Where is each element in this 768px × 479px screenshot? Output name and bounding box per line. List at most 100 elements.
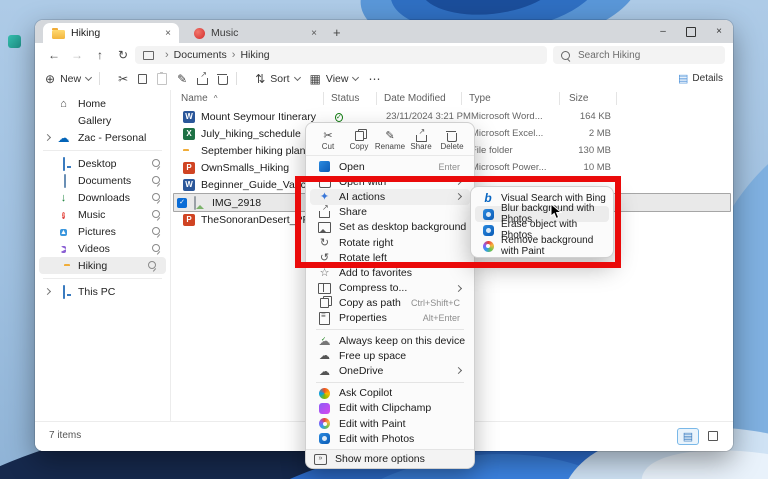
menu-item-copy-as-path[interactable]: Copy as path Ctrl+Shift+C: [310, 296, 470, 311]
new-label: New: [60, 73, 81, 85]
menu-item-compress-to[interactable]: Compress to...: [310, 281, 470, 296]
checkbox-checked[interactable]: ✓: [177, 198, 187, 208]
view-button[interactable]: ▦ View: [310, 72, 359, 86]
share-button[interactable]: [197, 73, 208, 85]
tab-strip: Hiking × Music × + – ×: [35, 20, 733, 43]
maximize-button[interactable]: [677, 20, 705, 43]
breadcrumb[interactable]: › Documents › Hiking: [135, 46, 547, 64]
divider[interactable]: [376, 92, 377, 105]
menu-item-ask-copilot[interactable]: Ask Copilot: [310, 386, 470, 401]
minimize-button[interactable]: –: [649, 20, 677, 43]
sidebar: ⌂ Home Gallery ☁ Zac - Personal Desktop …: [35, 90, 171, 421]
file-type: Microsoft Word...: [471, 111, 543, 122]
quick-action-label: Share: [410, 142, 431, 151]
chevron-down-icon: [85, 74, 92, 81]
sidebar-item-music[interactable]: ♪ Music: [35, 206, 170, 223]
file-type: File folder: [471, 145, 513, 156]
chevron-right-icon[interactable]: [44, 134, 51, 141]
desktop-shortcut-icon[interactable]: [8, 35, 21, 48]
zip-icon: [318, 282, 331, 294]
paste-button[interactable]: [157, 73, 167, 85]
divider[interactable]: [559, 92, 560, 105]
menu-item-shortcut: Enter: [438, 162, 460, 172]
sidebar-item-label: Pictures: [78, 226, 116, 238]
more-options-button[interactable]: ⋯: [368, 72, 380, 86]
menu-item-properties[interactable]: Properties Alt+Enter: [310, 311, 470, 326]
red-highlight-rectangle: [295, 176, 621, 268]
divider[interactable]: [323, 92, 324, 105]
sort-button[interactable]: ⇅ Sort: [255, 72, 299, 86]
large-icons-view-button[interactable]: [703, 428, 723, 443]
sync-status-icon: ✓: [335, 111, 343, 123]
copy-button[interactable]: [138, 74, 147, 84]
tab-close-icon[interactable]: ×: [311, 28, 317, 39]
column-header-size[interactable]: Size: [569, 90, 588, 107]
quick-action-label: Delete: [440, 142, 463, 151]
details-view-button[interactable]: ▤: [677, 428, 699, 445]
menu-item-open[interactable]: Open Enter: [310, 159, 470, 174]
trash-icon: [447, 129, 457, 142]
sidebar-item-documents[interactable]: Documents: [35, 172, 170, 189]
copy-path-icon: [318, 298, 331, 308]
divider[interactable]: [461, 92, 462, 105]
share-quick-button[interactable]: Share: [407, 129, 435, 151]
cut-quick-button[interactable]: ✂ Cut: [314, 129, 342, 151]
sidebar-item-gallery[interactable]: Gallery: [35, 112, 170, 129]
column-header-name[interactable]: Name ^: [181, 90, 217, 107]
divider[interactable]: [616, 92, 617, 105]
chevron-right-icon[interactable]: [44, 288, 51, 295]
cut-button[interactable]: ✂: [118, 72, 128, 86]
delete-quick-button[interactable]: Delete: [438, 129, 466, 151]
sidebar-item-videos[interactable]: ▶ Videos: [35, 240, 170, 257]
refresh-button[interactable]: ↻: [114, 46, 132, 64]
sidebar-item-pictures[interactable]: ▲ Pictures: [35, 223, 170, 240]
column-header-date[interactable]: Date Modified: [384, 90, 446, 107]
close-button[interactable]: ×: [705, 20, 733, 43]
quick-actions-row: ✂ Cut Copy ✎ Rename Share Delete: [306, 127, 474, 156]
search-box[interactable]: [553, 46, 725, 64]
details-pane-button[interactable]: ▤ Details: [678, 67, 723, 89]
powerpoint-file-icon: P: [183, 161, 195, 174]
up-button[interactable]: ↑: [91, 46, 109, 64]
tab-hiking[interactable]: Hiking ×: [43, 23, 179, 43]
sidebar-item-downloads[interactable]: ↓ Downloads: [35, 189, 170, 206]
new-tab-button[interactable]: +: [333, 25, 341, 40]
rename-quick-button[interactable]: ✎ Rename: [376, 129, 404, 151]
copy-quick-button[interactable]: Copy: [345, 129, 373, 151]
sidebar-item-onedrive[interactable]: ☁ Zac - Personal: [35, 129, 170, 146]
column-header-type[interactable]: Type: [469, 90, 491, 107]
menu-item-show-more-options[interactable]: » Show more options: [306, 449, 474, 468]
menu-item-onedrive[interactable]: ☁ OneDrive: [310, 363, 470, 378]
breadcrumb-separator: ›: [232, 49, 236, 61]
menu-item-label: Free up space: [339, 350, 470, 362]
paste-icon: [157, 73, 167, 85]
new-button[interactable]: ⊕ New: [45, 72, 91, 86]
plus-circle-icon: ⊕: [45, 72, 55, 86]
location-icon: [143, 51, 154, 60]
sidebar-item-home[interactable]: ⌂ Home: [35, 95, 170, 112]
sidebar-item-this-pc[interactable]: This PC: [35, 283, 170, 300]
sidebar-item-desktop[interactable]: Desktop: [35, 155, 170, 172]
rename-button[interactable]: ✎: [177, 72, 187, 86]
trash-icon: [218, 76, 228, 85]
sidebar-item-hiking[interactable]: Hiking: [39, 257, 166, 274]
menu-item-free-up-space[interactable]: ☁ Free up space: [310, 348, 470, 363]
this-pc-icon: [57, 286, 70, 298]
breadcrumb-item-hiking[interactable]: Hiking: [240, 49, 269, 61]
forward-button[interactable]: →: [68, 46, 86, 64]
menu-item-label: Edit with Photos: [339, 433, 470, 445]
menu-item-edit-with-clipchamp[interactable]: Edit with Clipchamp: [310, 401, 470, 416]
quick-action-label: Copy: [350, 142, 369, 151]
back-button[interactable]: ←: [45, 46, 63, 64]
delete-button[interactable]: [218, 73, 228, 85]
search-input[interactable]: [576, 49, 710, 62]
menu-item-edit-with-photos[interactable]: Edit with Photos: [310, 431, 470, 446]
tab-music[interactable]: Music ×: [185, 23, 325, 43]
menu-item-edit-with-paint[interactable]: Edit with Paint: [310, 416, 470, 431]
breadcrumb-item-documents[interactable]: Documents: [174, 49, 227, 61]
column-header-status[interactable]: Status: [331, 90, 359, 107]
menu-item-always-keep-on-device[interactable]: ☁ Always keep on this device: [310, 333, 470, 348]
sidebar-item-label: Hiking: [78, 260, 107, 272]
documents-icon: [58, 175, 71, 187]
tab-close-icon[interactable]: ×: [165, 28, 171, 39]
